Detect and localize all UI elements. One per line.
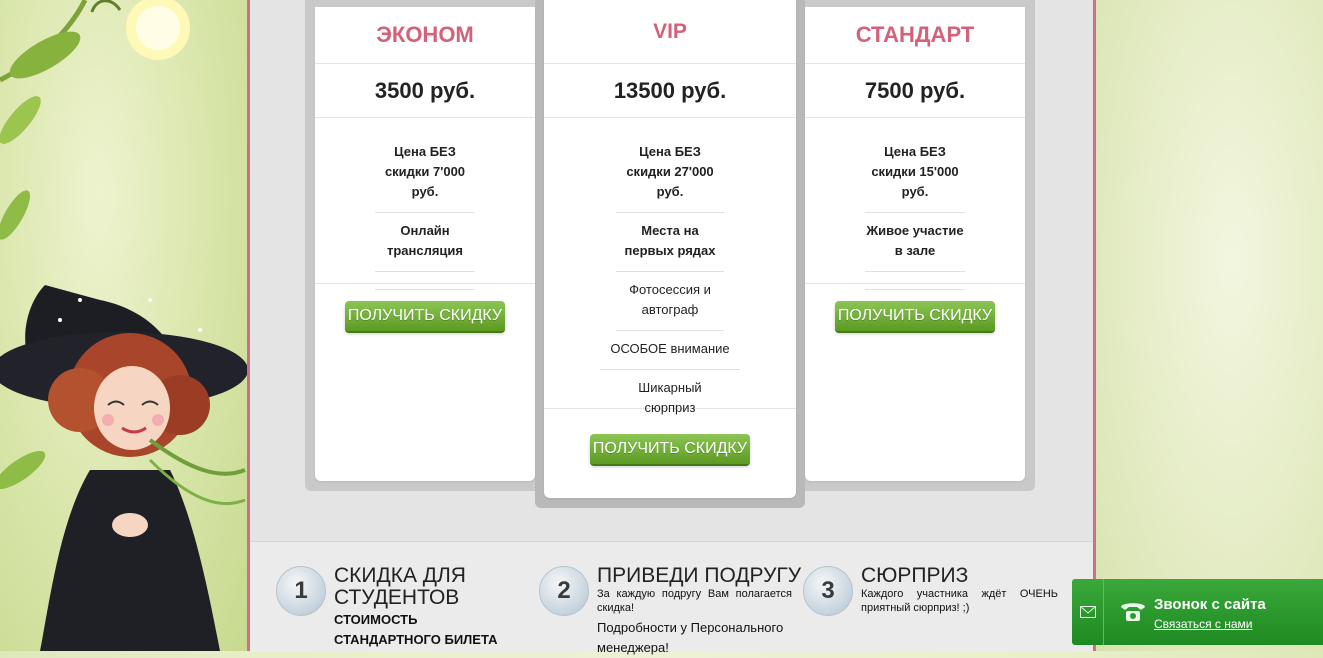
offer-number-badge: 3 xyxy=(803,566,853,616)
offer-text: За каждую подругу Вам полагается скидка! xyxy=(597,588,792,614)
decorative-illustration-left xyxy=(0,0,247,651)
plan-feature-empty xyxy=(375,280,475,290)
phone-icon xyxy=(1119,599,1147,628)
offer-number-badge: 1 xyxy=(276,566,326,616)
callback-widget[interactable]: Звонок с сайта Связаться с нами xyxy=(1072,579,1323,645)
offers-section: 1 СКИДКА ДЛЯ СТУДЕНТОВ СТОИМОСТЬ СТАНДАР… xyxy=(250,541,1093,655)
plan-cta-area: ПОЛУЧИТЬ СКИДКУ xyxy=(805,283,1025,331)
get-discount-button[interactable]: ПОЛУЧИТЬ СКИДКУ xyxy=(835,301,995,331)
plan-feature: Живое участие в зале xyxy=(865,221,965,272)
plan-feature: Фотосессия и автограф xyxy=(616,280,724,331)
get-discount-button[interactable]: ПОЛУЧИТЬ СКИДКУ xyxy=(345,301,505,331)
plan-card-vip: VIP 13500 руб. Цена БЕЗ скидки 27'000 ру… xyxy=(544,0,796,498)
plan-feature: Места на первых рядах xyxy=(616,221,724,272)
plan-feature: Онлайн трансляция xyxy=(375,221,475,272)
plan-feature-original-price: Цена БЕЗ скидки 7'000 руб. xyxy=(375,142,475,213)
plan-name: VIP xyxy=(544,0,796,64)
plan-feature-original-price: Цена БЕЗ скидки 15'000 руб. xyxy=(865,142,965,213)
mail-icon[interactable] xyxy=(1072,579,1104,645)
plan-price: 7500 руб. xyxy=(805,64,1025,118)
plan-name: ЭКОНОМ xyxy=(315,7,535,64)
offer-title: СКИДКА ДЛЯ СТУДЕНТОВ xyxy=(334,564,466,609)
offer-text-details: Подробности у Персонального менеджера! xyxy=(597,620,784,655)
offer-number-badge: 2 xyxy=(539,566,589,616)
get-discount-button[interactable]: ПОЛУЧИТЬ СКИДКУ xyxy=(590,434,750,464)
decorative-background-right xyxy=(1096,0,1323,651)
plan-feature-empty xyxy=(865,280,965,290)
plan-feature: Шикарный сюрприз xyxy=(638,380,702,415)
plan-price: 3500 руб. xyxy=(315,64,535,118)
offer-text: СТОИМОСТЬ СТАНДАРТНОГО БИЛЕТА xyxy=(334,612,498,647)
offer-title: СЮРПРИЗ xyxy=(861,564,969,587)
contact-us-link[interactable]: Связаться с нами xyxy=(1154,617,1252,631)
witch-girl-illustration xyxy=(0,0,247,651)
offer-text: Каждого участника ждёт ОЧЕНЬ приятный сю… xyxy=(861,588,1058,614)
offer-title: ПРИВЕДИ ПОДРУГУ xyxy=(597,564,802,587)
plan-name: СТАНДАРТ xyxy=(805,7,1025,64)
plan-cta-area: ПОЛУЧИТЬ СКИДКУ xyxy=(315,283,535,331)
plan-feature-original-price: Цена БЕЗ скидки 27'000 руб. xyxy=(616,142,724,213)
plan-card-standard: СТАНДАРТ 7500 руб. Цена БЕЗ скидки 15'00… xyxy=(805,7,1025,481)
plan-card-econom: ЭКОНОМ 3500 руб. Цена БЕЗ скидки 7'000 р… xyxy=(315,7,535,481)
plan-feature: ОСОБОЕ внимание xyxy=(600,339,740,370)
plan-price: 13500 руб. xyxy=(544,64,796,118)
callback-title: Звонок с сайта xyxy=(1154,596,1266,613)
